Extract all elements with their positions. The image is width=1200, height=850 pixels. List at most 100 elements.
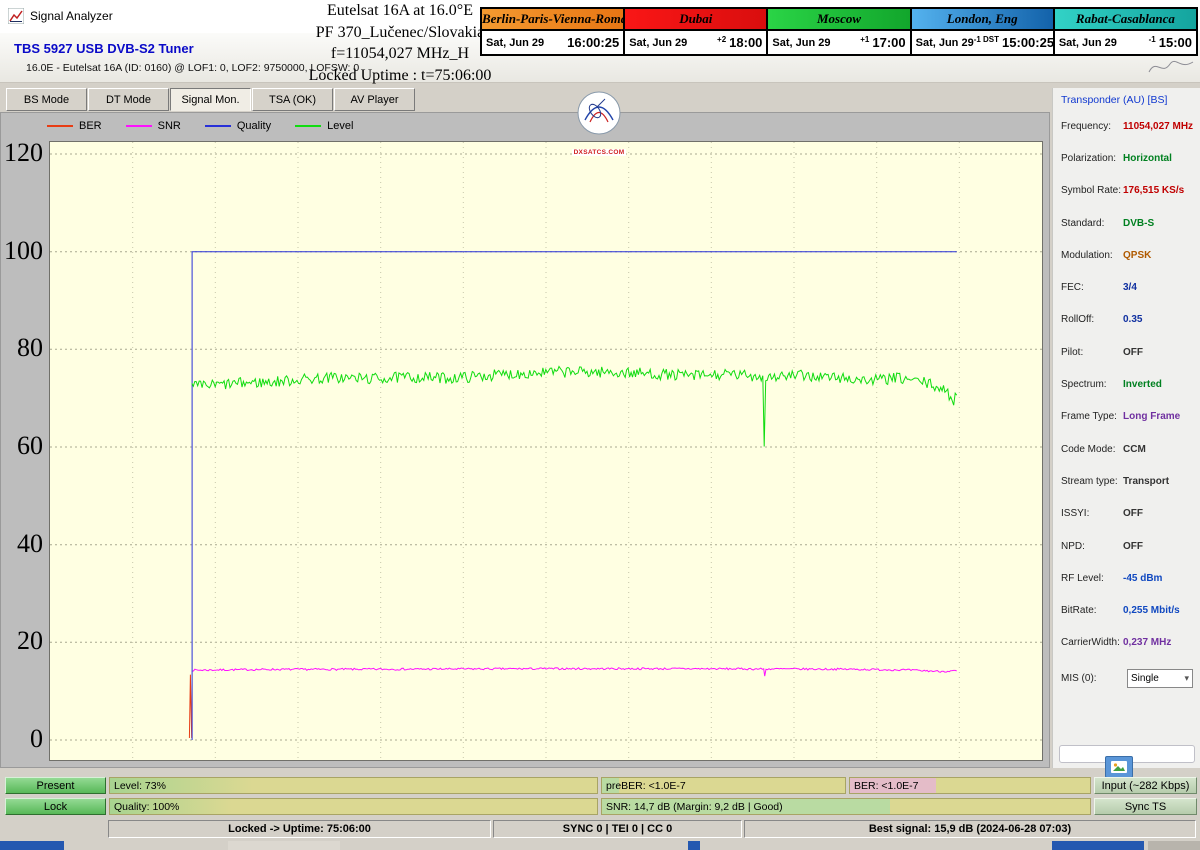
legend-swatch-quality: [205, 125, 231, 127]
y-axis-label: 0: [1, 723, 45, 755]
lock-indicator: Lock: [5, 798, 106, 815]
series-snr: [192, 668, 957, 676]
transponder-field-value: OFF: [1123, 347, 1143, 358]
transponder-field-value: 11054,027 MHz: [1123, 121, 1193, 132]
clock-time: Sat, Jun 29-1 DST15:00:25: [912, 31, 1053, 54]
app-icon: [8, 8, 24, 24]
legend-label: Level: [327, 120, 353, 132]
transponder-field-value: Horizontal: [1123, 153, 1172, 164]
transponder-row: ISSYI:OFF: [1053, 498, 1200, 530]
legend-item: Quality: [205, 120, 271, 132]
clock-utc-offset: -1: [1149, 35, 1159, 50]
legend-swatch-ber: [47, 125, 73, 127]
transponder-row: Symbol Rate:176,515 KS/s: [1053, 175, 1200, 207]
input-indicator: Input (~282 Kbps): [1094, 777, 1197, 794]
legend-item: SNR: [126, 120, 181, 132]
y-axis-label: 120: [1, 137, 45, 169]
transponder-field-label: NPD:: [1061, 541, 1123, 552]
level-bar-text: Level: 73%: [114, 780, 166, 792]
transponder-field-value: 3/4: [1123, 282, 1137, 293]
clock-utc-offset: +1: [860, 35, 872, 50]
legend-item: Level: [295, 120, 353, 132]
signal-chart: [50, 142, 1042, 760]
uptime-status: Locked -> Uptime: 75:06:00: [108, 820, 491, 838]
transponder-row: RF Level:-45 dBm: [1053, 562, 1200, 594]
preber-bar: preBER: <1.0E-7: [601, 777, 846, 794]
clock-hms: 17:00: [872, 35, 905, 50]
signature-mark: [1146, 56, 1196, 83]
clock-date: Sat, Jun 29: [486, 37, 544, 49]
preber-bar-text: preBER: <1.0E-7: [606, 780, 686, 792]
clock-date: Sat, Jun 29: [1059, 37, 1117, 49]
transponder-row: Code Mode:CCM: [1053, 433, 1200, 465]
transponder-field-value: QPSK: [1123, 250, 1151, 261]
clock-city-label: Berlin-Paris-Vienna-Roma: [482, 9, 623, 31]
clock-city-label: Dubai: [625, 9, 766, 31]
transponder-row: CarrierWidth:0,237 MHz: [1053, 627, 1200, 659]
dxsatcs-logo: DXSATCS.COM: [570, 90, 628, 148]
mis-dropdown[interactable]: Single ▾: [1127, 669, 1193, 688]
tab-tsa-ok[interactable]: TSA (OK): [252, 88, 333, 111]
transponder-row: RollOff:0.35: [1053, 304, 1200, 336]
snr-bar-text: SNR: 14,7 dB (Margin: 9,2 dB | Good): [606, 801, 783, 813]
transponder-field-label: Frequency:: [1061, 121, 1123, 132]
transponder-field-label: Stream type:: [1061, 476, 1123, 487]
clock-hms: 16:00:25: [567, 35, 619, 50]
chevron-down-icon: ▾: [1184, 673, 1189, 684]
transponder-row: BitRate:0,255 Mbit/s: [1053, 594, 1200, 626]
transponder-field-label: Code Mode:: [1061, 444, 1123, 455]
picture-icon: [1110, 760, 1128, 774]
transponder-row: Spectrum:Inverted: [1053, 368, 1200, 400]
legend-label: SNR: [158, 120, 181, 132]
transponder-field-label: Standard:: [1061, 218, 1123, 229]
legend-item: BER: [47, 120, 102, 132]
window-fragment: [688, 841, 700, 850]
clock-time: Sat, Jun 29 16:00:25: [482, 31, 623, 54]
transponder-field-value: CCM: [1123, 444, 1146, 455]
mis-selected-value: Single: [1131, 673, 1159, 684]
tab-bs-mode[interactable]: BS Mode: [6, 88, 87, 111]
clock-date: Sat, Jun 29: [916, 37, 974, 49]
mis-row: MIS (0): Single ▾: [1053, 669, 1200, 688]
clock-utc-offset: -1 DST: [974, 35, 1002, 50]
clock-column: Berlin-Paris-Vienna-Roma Sat, Jun 29 16:00…: [482, 9, 625, 54]
transponder-field-value: 0,237 MHz: [1123, 637, 1171, 648]
transponder-row: Frequency:11054,027 MHz: [1053, 110, 1200, 142]
world-clocks: Berlin-Paris-Vienna-Roma Sat, Jun 29 16:00…: [480, 7, 1198, 56]
transponder-panel: Transponder (AU) [BS] Frequency:11054,02…: [1052, 88, 1200, 768]
sync-ts-indicator: Sync TS: [1094, 798, 1197, 815]
tab-av-player[interactable]: AV Player: [334, 88, 415, 111]
y-axis-label: 20: [1, 625, 45, 657]
clock-time: Sat, Jun 29-115:00: [1055, 31, 1196, 54]
transponder-field-value: 176,515 KS/s: [1123, 185, 1184, 196]
clock-column: London, EngSat, Jun 29-1 DST15:00:25: [912, 9, 1055, 54]
transponder-rows: Frequency:11054,027 MHzPolarization:Hori…: [1053, 110, 1200, 659]
level-bar: Level: 73%: [109, 777, 598, 794]
transponder-row: Polarization:Horizontal: [1053, 142, 1200, 174]
clock-column: MoscowSat, Jun 29+117:00: [768, 9, 911, 54]
legend-label: BER: [79, 120, 102, 132]
media-icon-button[interactable]: [1105, 756, 1133, 778]
chart-plot-area: [49, 141, 1043, 761]
transponder-field-label: Polarization:: [1061, 153, 1123, 164]
transponder-panel-title: Transponder (AU) [BS]: [1053, 88, 1200, 106]
legend-swatch-level: [295, 125, 321, 127]
transponder-field-label: RF Level:: [1061, 573, 1123, 584]
transponder-field-value: 0,255 Mbit/s: [1123, 605, 1180, 616]
tab-signal-mon[interactable]: Signal Mon.: [170, 88, 251, 111]
legend-label: Quality: [237, 120, 271, 132]
chart-legend: BER SNR Quality Level: [47, 118, 353, 134]
window-fragment: [0, 841, 64, 850]
clock-date: Sat, Jun 29: [629, 37, 687, 49]
tab-dt-mode[interactable]: DT Mode: [88, 88, 169, 111]
transponder-field-value: Long Frame: [1123, 411, 1180, 422]
best-signal-status: Best signal: 15,9 dB (2024-06-28 07:03): [744, 820, 1196, 838]
transponder-row: Standard:DVB-S: [1053, 207, 1200, 239]
quality-bar-fill: [110, 799, 597, 814]
dxsatcs-logo-text: DXSATCS.COM: [572, 149, 627, 156]
transponder-row: FEC:3/4: [1053, 271, 1200, 303]
transponder-field-label: ISSYI:: [1061, 508, 1123, 519]
transponder-row: Stream type:Transport: [1053, 465, 1200, 497]
ber-bar-text: BER: <1.0E-7: [854, 780, 919, 792]
series-ber: [189, 675, 191, 738]
